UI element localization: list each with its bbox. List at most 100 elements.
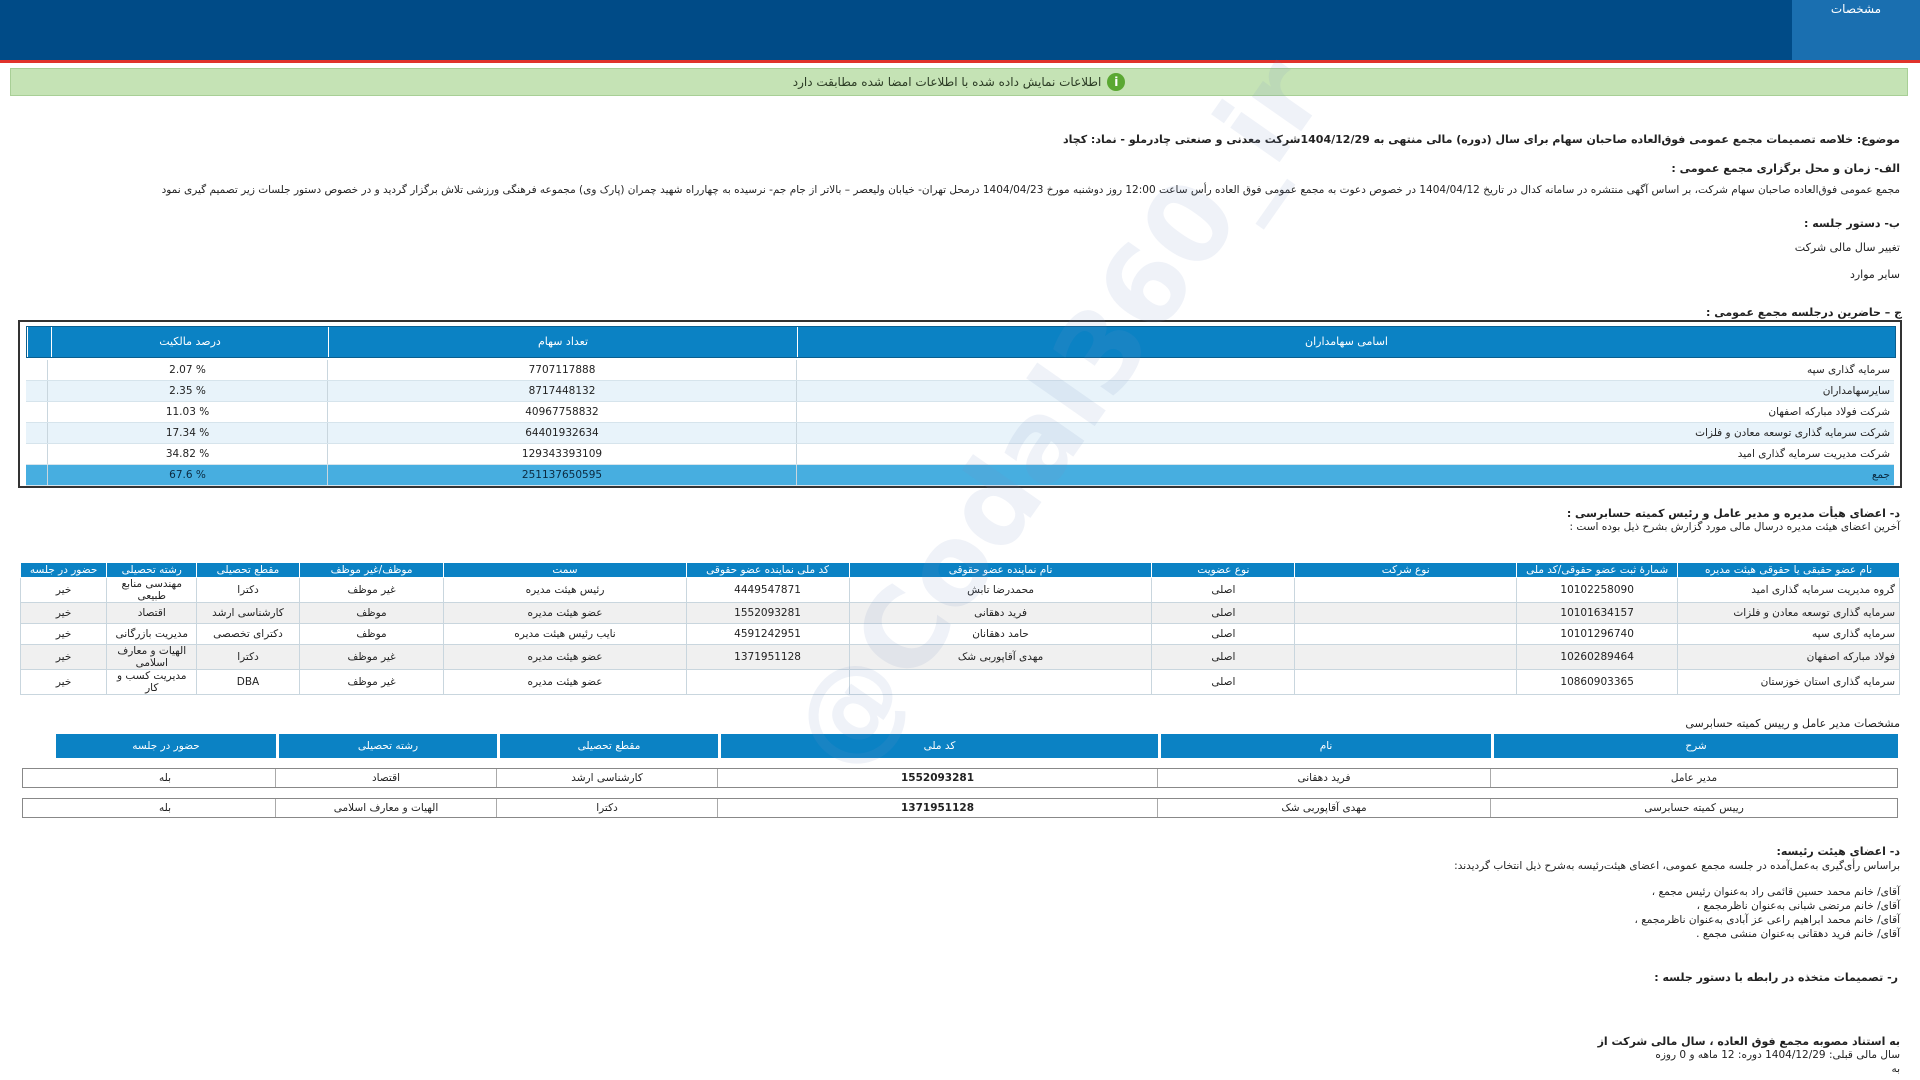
position: رئیس هیئت مدیره xyxy=(443,577,687,603)
col-description: شرح xyxy=(1494,734,1898,758)
col-degree: مقطع تحصیلی xyxy=(196,562,300,578)
membership-type: اصلی xyxy=(1151,623,1296,645)
col-member-name: نام عضو حقیقی یا حقوقی هیئت مدیره xyxy=(1677,562,1900,578)
representative-id: 1371951128 xyxy=(685,644,850,670)
ownership-pct: 17.34 % xyxy=(47,423,327,443)
section-d-subtitle: آخرین اعضای هیئت مدیره درسال مالی مورد گ… xyxy=(1569,521,1900,533)
total-label: جمع xyxy=(796,465,1894,485)
col-attendance: حضور در جلسه xyxy=(19,562,108,578)
share-count: 129343393109 xyxy=(327,444,796,464)
board-members-table: نام عضو حقیقی یا حقوقی هیئت مدیره شمارهٔ… xyxy=(19,562,1900,695)
col-degree: مقطع تحصیلی xyxy=(500,734,718,758)
ceo-description: رییس کمیته حسابرسی xyxy=(1490,799,1897,817)
duty: غیر موظف xyxy=(298,644,445,670)
registration-no: 10101296740 xyxy=(1516,623,1679,645)
position: عضو هیئت مدیره xyxy=(443,669,687,695)
ceo-degree: کارشناسی ارشد xyxy=(496,769,717,787)
table-row: سرمایه گذاری استان خوزستان 10860903365 ا… xyxy=(19,669,1900,695)
degree: دکترای تخصصی xyxy=(196,623,300,645)
col-representative-id: کد ملی نماینده عضو حقوقی xyxy=(685,562,850,578)
field: الهیات و معارف اسلامی xyxy=(106,644,198,670)
degree: DBA xyxy=(196,669,300,695)
table-total-row: جمع 251137650595 67.6 % xyxy=(26,465,1894,486)
presidium-item: آقای/ خانم محمد حسین قائمی راد به‌عنوان … xyxy=(1651,886,1900,898)
representative-name: مهدی آقاپوربی شک xyxy=(848,644,1153,670)
membership-type: اصلی xyxy=(1151,669,1296,695)
presidium-item: آقای/ خانم فرید دهقانی به‌عنوان منشی مجم… xyxy=(1696,928,1900,940)
col-company-type: نوع شرکت xyxy=(1294,562,1518,578)
section-e-subtitle: براساس رأی‌گیری به‌عمل‌آمده در جلسه مجمع… xyxy=(1454,860,1900,872)
table-row: مدیر عامل فرید دهقانی 1552093281 کارشناس… xyxy=(22,768,1898,788)
position: نایب رئیس هیئت مدیره xyxy=(443,623,687,645)
representative-id: 1552093281 xyxy=(685,602,850,624)
attendance: خیر xyxy=(19,644,108,670)
table-row: رییس کمیته حسابرسی مهدی آقاپوربی شک 1371… xyxy=(22,798,1898,818)
ceo-field: اقتصاد xyxy=(275,769,496,787)
representative-name xyxy=(848,669,1153,695)
attendance: خیر xyxy=(19,602,108,624)
header-shareholder-names: اسامی سهامداران xyxy=(797,327,1895,357)
representative-name: حامد دهقانان xyxy=(848,623,1153,645)
duty: غیر موظف xyxy=(298,577,445,603)
company-type xyxy=(1294,623,1518,645)
shareholder-name: شرکت فولاد مبارکه اصفهان xyxy=(796,402,1894,422)
ownership-pct: 34.82 % xyxy=(47,444,327,464)
col-membership-type: نوع عضویت xyxy=(1151,562,1296,578)
col-representative-name: نام نماینده عضو حقوقی xyxy=(848,562,1153,578)
duty: موظف xyxy=(298,602,445,624)
section-e-title: د- اعضای هیئت رئیسه: xyxy=(1776,845,1900,858)
footer-line-2: سال مالی قبلی: 1404/12/29 دوره: 12 ماهه … xyxy=(1655,1049,1900,1061)
ownership-pct: 2.07 % xyxy=(47,360,327,380)
position: عضو هیئت مدیره xyxy=(443,602,687,624)
company-type xyxy=(1294,602,1518,624)
registration-no: 10102258090 xyxy=(1516,577,1679,603)
member-name: سرمایه گذاری توسعه معادن و فلزات xyxy=(1677,602,1900,624)
field: مدیریت بازرگانی xyxy=(106,623,198,645)
tab-details[interactable]: مشخصات xyxy=(1792,0,1920,60)
ceo-national-id: 1371951128 xyxy=(717,799,1157,817)
representative-id xyxy=(685,669,850,695)
presidium-item: آقای/ خانم مرتضی شبانی به‌عنوان ناظرمجمع… xyxy=(1696,900,1900,912)
position: عضو هیئت مدیره xyxy=(443,644,687,670)
ceo-name: فرید دهقانی xyxy=(1157,769,1490,787)
ceo-national-id: 1552093281 xyxy=(717,769,1157,787)
table-row: سرمایه گذاری سپه 7707117888 2.07 % xyxy=(26,360,1894,381)
registration-no: 10260289464 xyxy=(1516,644,1679,670)
header-empty xyxy=(27,327,51,357)
share-count: 64401932634 xyxy=(327,423,796,443)
shareholder-name: سرمایه گذاری سپه xyxy=(796,360,1894,380)
total-pct: 67.6 % xyxy=(47,465,327,485)
table-row: شرکت فولاد مبارکه اصفهان 40967758832 11.… xyxy=(26,402,1894,423)
share-count: 8717448132 xyxy=(327,381,796,401)
registration-no: 10860903365 xyxy=(1516,669,1679,695)
table-row: فولاد مبارکه اصفهان 10260289464 اصلی مهد… xyxy=(19,644,1900,670)
shareholder-name: شرکت مدیریت سرمایه گذاری امید xyxy=(796,444,1894,464)
ceo-table-header: شرح نام کد ملی مقطع تحصیلی رشته تحصیلی ح… xyxy=(22,734,1898,758)
shareholders-table-header: اسامی سهامداران تعداد سهام درصد مالکیت xyxy=(26,326,1896,358)
col-field: رشته تحصیلی xyxy=(106,562,198,578)
shareholder-name: شرکت سرمایه گذاری توسعه معادن و فلزات xyxy=(796,423,1894,443)
share-count: 7707117888 xyxy=(327,360,796,380)
membership-type: اصلی xyxy=(1151,602,1296,624)
ceo-description: مدیر عامل xyxy=(1490,769,1897,787)
total-shares: 251137650595 xyxy=(327,465,796,485)
agenda-item: سایر موارد xyxy=(1849,268,1900,281)
section-f-title: ر- تصمیمات متخذه در رابطه با دستور جلسه … xyxy=(1654,971,1898,984)
presidium-item: آقای/ خانم محمد ابراهیم راعی عز آبادی به… xyxy=(1634,914,1900,926)
header-share-count: تعداد سهام xyxy=(328,327,797,357)
representative-id: 4591242951 xyxy=(685,623,850,645)
ceo-name: مهدی آقاپوربی شک xyxy=(1157,799,1490,817)
membership-type: اصلی xyxy=(1151,644,1296,670)
member-name: گروه مدیریت سرمایه گذاری امید xyxy=(1677,577,1900,603)
degree: دکترا xyxy=(196,577,300,603)
company-type xyxy=(1294,644,1518,670)
share-count: 40967758832 xyxy=(327,402,796,422)
ownership-pct: 2.35 % xyxy=(47,381,327,401)
section-a-text: مجمع عمومی فوق‌العاده صاحبان سهام شرکت، … xyxy=(161,184,1900,196)
representative-id: 4449547871 xyxy=(685,577,850,603)
subject-line: موضوع: خلاصه تصمیمات مجمع عمومی فوق‌العا… xyxy=(1062,133,1900,146)
attendance: خیر xyxy=(19,669,108,695)
duty: غیر موظف xyxy=(298,669,445,695)
representative-name: فرید دهقانی xyxy=(848,602,1153,624)
ownership-pct: 11.03 % xyxy=(47,402,327,422)
